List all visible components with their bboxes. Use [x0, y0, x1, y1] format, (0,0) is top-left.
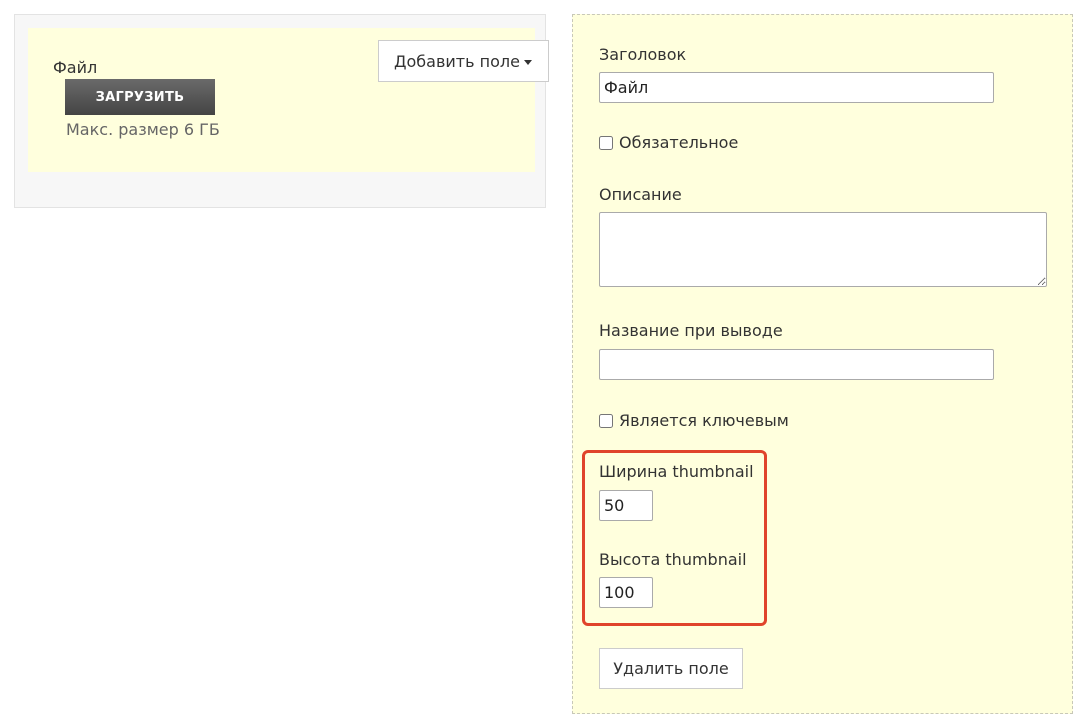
title-input[interactable] — [599, 72, 994, 103]
thumbnail-height-label: Высота thumbnail — [599, 550, 747, 569]
field-preview: Файл ЗАГРУЗИТЬ Макс. размер 6 ГБ Добавит… — [28, 28, 549, 172]
thumbnail-width-label: Ширина thumbnail — [599, 462, 754, 481]
description-textarea[interactable] — [599, 212, 1047, 287]
required-checkbox-row[interactable]: Обязательное — [599, 133, 738, 152]
file-field-label: Файл — [53, 58, 98, 77]
description-label: Описание — [599, 185, 682, 204]
max-size-hint: Макс. размер 6 ГБ — [66, 120, 220, 139]
field-settings-panel: Заголовок Обязательное Описание Название… — [572, 14, 1073, 714]
delete-field-button[interactable]: Удалить поле — [599, 648, 743, 689]
add-field-label: Добавить поле — [394, 51, 520, 71]
output-name-label: Название при выводе — [599, 321, 783, 340]
output-name-input[interactable] — [599, 349, 994, 380]
thumbnail-width-input[interactable] — [599, 490, 653, 521]
is-key-checkbox-row[interactable]: Является ключевым — [599, 411, 789, 430]
thumbnail-height-input[interactable] — [599, 577, 653, 608]
add-field-button[interactable]: Добавить поле — [378, 40, 549, 82]
title-label: Заголовок — [599, 45, 687, 64]
caret-down-icon — [523, 59, 532, 65]
field-preview-panel: Файл ЗАГРУЗИТЬ Макс. размер 6 ГБ Добавит… — [14, 14, 549, 208]
is-key-checkbox[interactable] — [599, 413, 613, 428]
is-key-label: Является ключевым — [619, 411, 789, 430]
upload-button[interactable]: ЗАГРУЗИТЬ — [65, 79, 215, 115]
required-label: Обязательное — [619, 133, 739, 152]
required-checkbox[interactable] — [599, 135, 613, 150]
